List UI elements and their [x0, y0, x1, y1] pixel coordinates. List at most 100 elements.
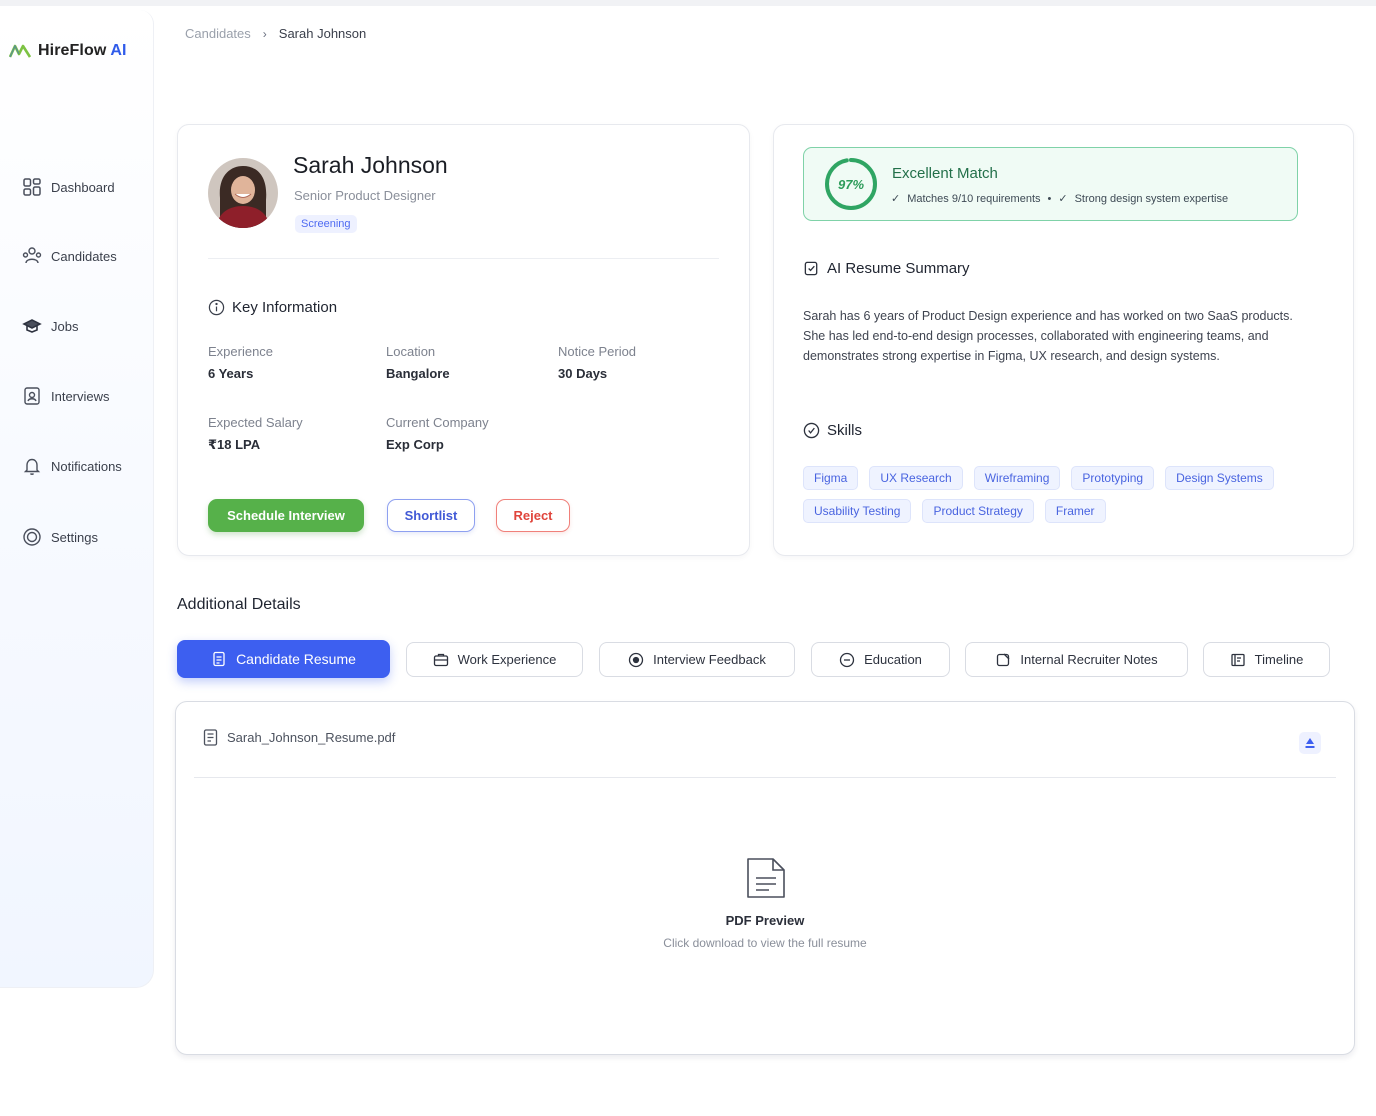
- file-icon: [203, 729, 218, 746]
- tab-label: Interview Feedback: [653, 652, 766, 667]
- tab-work-experience[interactable]: Work Experience: [406, 642, 583, 677]
- breadcrumb-current: Sarah Johnson: [278, 26, 367, 41]
- notes-icon: [997, 653, 1010, 666]
- interviews-icon: [24, 387, 40, 405]
- match-point: Matches 9/10 requirements: [907, 192, 1041, 205]
- tab-label: Candidate Resume: [236, 651, 356, 667]
- candidate-role: Senior Product Designer: [294, 188, 436, 203]
- sidebar-item-candidates[interactable]: Candidates: [22, 246, 117, 266]
- check-icon: ✓: [1058, 193, 1068, 205]
- download-icon: [1305, 738, 1315, 748]
- tab-label: Education: [864, 652, 922, 667]
- additional-details-title: Additional Details: [177, 596, 301, 613]
- reject-button[interactable]: Reject: [496, 499, 570, 532]
- settings-icon: [23, 528, 41, 546]
- sidebar-item-label: Jobs: [51, 318, 79, 334]
- skills-icon: [803, 422, 820, 439]
- field-label: Location: [386, 344, 436, 359]
- tab-candidate-resume[interactable]: Candidate Resume: [177, 640, 390, 678]
- brand-name: HireFlow: [38, 42, 107, 59]
- field-label: Notice Period: [558, 344, 637, 359]
- field-value: Bangalore: [386, 366, 450, 381]
- skills-list: Figma UX Research Wireframing Prototypin…: [803, 466, 1313, 523]
- breadcrumb-separator: ›: [262, 26, 267, 41]
- tab-label: Internal Recruiter Notes: [1020, 652, 1158, 667]
- resume-file: Sarah_Johnson_Resume.pdf: [203, 729, 395, 746]
- candidate-name: Sarah Johnson: [293, 152, 448, 178]
- skills-heading: Skills: [803, 422, 862, 439]
- download-button[interactable]: [1299, 732, 1321, 754]
- briefcase-icon: [433, 653, 448, 666]
- brand[interactable]: HireFlow AI: [9, 42, 127, 60]
- field-value: 30 Days: [558, 366, 608, 381]
- jobs-icon: [22, 319, 42, 333]
- feedback-icon: [628, 652, 644, 667]
- profile-card: Sarah Johnson Senior Product Designer Sc…: [177, 124, 750, 556]
- sidebar-item-jobs[interactable]: Jobs: [22, 316, 78, 336]
- tab-label: Timeline: [1254, 652, 1304, 667]
- skill-tag: Prototyping: [1071, 466, 1155, 490]
- match-score-box: 97% Excellent Match ✓ Matches 9/10 requi…: [803, 147, 1298, 221]
- field-label: Current Company: [386, 415, 489, 430]
- section-title-text: Key Information: [232, 299, 338, 316]
- field-value: Exp Corp: [386, 437, 444, 452]
- skill-tag: Wireframing: [973, 466, 1061, 490]
- tab-education[interactable]: Education: [811, 642, 950, 677]
- tab-label: Work Experience: [457, 652, 557, 667]
- divider: [194, 777, 1336, 778]
- skill-tag: Design Systems: [1165, 466, 1274, 490]
- check-icon: ✓: [891, 193, 901, 205]
- ai-summary-heading: AI Resume Summary: [803, 260, 970, 277]
- tab-interview-feedback[interactable]: Interview Feedback: [599, 642, 795, 677]
- skill-tag: Product Strategy: [922, 499, 1034, 523]
- sidebar-item-notifications[interactable]: Notifications: [22, 456, 122, 476]
- field-label: Expected Salary: [208, 415, 303, 430]
- ai-summary-text: Sarah has 6 years of Product Design expe…: [803, 309, 1293, 363]
- sidebar-item-interviews[interactable]: Interviews: [22, 386, 110, 406]
- match-points: ✓ Matches 9/10 requirements • ✓ Strong d…: [891, 192, 1229, 206]
- sidebar-item-label: Interviews: [51, 388, 110, 404]
- hireflow-logo-icon: [9, 44, 31, 58]
- section-title-text: AI Resume Summary: [827, 260, 970, 277]
- breadcrumb-parent[interactable]: Candidates: [185, 26, 251, 41]
- top-border: [0, 0, 1376, 6]
- resume-icon: [213, 651, 225, 667]
- pdf-document-icon: [747, 858, 785, 898]
- sidebar-item-label: Notifications: [51, 458, 122, 474]
- match-title: Excellent Match: [892, 165, 998, 182]
- timeline-icon: [1231, 653, 1245, 666]
- dashboard-icon: [23, 178, 41, 196]
- pdf-preview-subtitle: Click download to view the full resume: [663, 936, 867, 950]
- bullet-separator: •: [1047, 192, 1052, 205]
- skill-tag: Figma: [803, 466, 859, 490]
- summary-icon: [804, 261, 818, 276]
- match-point: Strong design system expertise: [1074, 192, 1229, 205]
- candidates-icon: [22, 247, 42, 264]
- sidebar-item-label: Candidates: [51, 248, 117, 264]
- status-badge: Screening: [295, 215, 357, 233]
- sidebar-item-settings[interactable]: Settings: [22, 527, 98, 547]
- file-name: Sarah_Johnson_Resume.pdf: [227, 730, 396, 745]
- key-information-heading: Key Information: [208, 299, 337, 316]
- tab-internal-recruiter-notes[interactable]: Internal Recruiter Notes: [965, 642, 1188, 677]
- skill-tag: Usability Testing: [803, 499, 912, 523]
- field-value: ₹18 LPA: [208, 437, 261, 452]
- skill-tag: Framer: [1044, 499, 1106, 523]
- brand-ai: AI: [110, 42, 127, 59]
- divider: [208, 258, 719, 259]
- info-icon: [208, 299, 225, 316]
- sidebar-item-dashboard[interactable]: Dashboard: [22, 177, 115, 197]
- field-value: 6 Years: [208, 366, 254, 381]
- breadcrumb: Candidates › Sarah Johnson: [185, 26, 366, 41]
- sidebar: HireFlow AI Dashboard Candidates Jobs In…: [0, 10, 154, 988]
- sidebar-item-label: Settings: [51, 529, 98, 545]
- sidebar-item-label: Dashboard: [51, 179, 115, 195]
- ai-insights-card: 97% Excellent Match ✓ Matches 9/10 requi…: [773, 124, 1354, 556]
- schedule-interview-button[interactable]: Schedule Interview: [208, 499, 364, 532]
- shortlist-button[interactable]: Shortlist: [387, 499, 475, 532]
- skill-tag: UX Research: [869, 466, 963, 490]
- tab-timeline[interactable]: Timeline: [1203, 642, 1330, 677]
- education-icon: [839, 652, 855, 667]
- bell-icon: [23, 458, 41, 475]
- resume-panel: Sarah_Johnson_Resume.pdf PDF Preview Cli…: [175, 701, 1355, 1055]
